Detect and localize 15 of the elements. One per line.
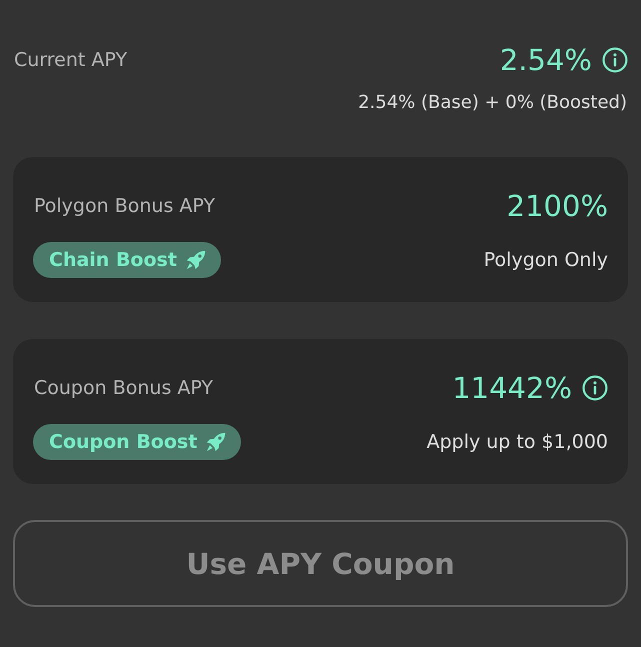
rocket-icon: [205, 431, 228, 453]
badge-text: Coupon Boost: [49, 431, 198, 453]
bonus-label: Polygon Bonus APY: [33, 195, 216, 217]
badge-text: Chain Boost: [49, 249, 177, 271]
bonus-note: Polygon Only: [484, 249, 608, 271]
info-icon[interactable]: [582, 375, 608, 401]
bonus-label: Coupon Bonus APY: [33, 377, 214, 399]
bonus-value: 2100%: [506, 189, 608, 223]
current-apy-value: 2.54%: [500, 43, 592, 77]
apy-breakdown: 2.54% (Base) + 0% (Boosted): [358, 91, 628, 115]
info-icon[interactable]: [602, 47, 628, 73]
bonus-value: 11442%: [452, 371, 572, 405]
rocket-icon: [184, 249, 207, 271]
bonus-note: Apply up to $1,000: [426, 431, 608, 453]
current-apy-label: Current APY: [14, 48, 128, 73]
